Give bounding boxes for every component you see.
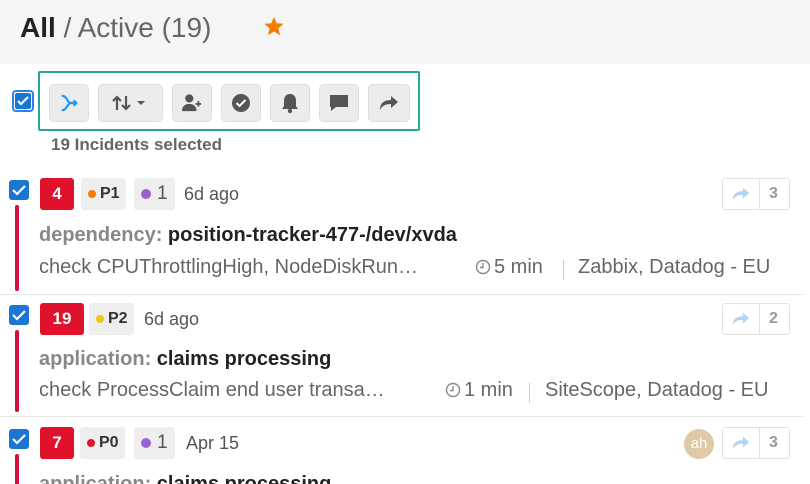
priority-label: P2 xyxy=(108,310,128,327)
forward-button[interactable] xyxy=(723,179,760,209)
star-icon[interactable] xyxy=(263,15,285,37)
divider xyxy=(563,260,564,280)
forward-button[interactable] xyxy=(723,304,760,334)
comment-icon xyxy=(330,95,348,111)
incident-category: application: xyxy=(39,348,152,370)
incident-title[interactable]: application: claims processing xyxy=(39,473,331,484)
forward-button[interactable] xyxy=(368,84,410,122)
incident-sources: SiteScope, Datadog - EU xyxy=(545,379,769,401)
priority-label: P0 xyxy=(99,434,119,451)
incident-sources: Zabbix, Datadog - EU xyxy=(578,256,771,278)
time-ago: 6d ago xyxy=(144,309,200,329)
incident-checks: check CPUThrottlingHigh, NodeDiskRun… xyxy=(39,256,418,279)
incident-name: claims processing xyxy=(156,348,332,370)
clock-icon xyxy=(475,259,491,275)
alerts-dot xyxy=(141,437,151,448)
time-ago: Apr 15 xyxy=(186,433,240,453)
incident-checks: check ProcessClaim end user transa… xyxy=(39,379,385,402)
incident-row[interactable]: 7 P0 1 Apr 15 ah 3 application: claims p… xyxy=(0,412,803,484)
page-header: All / Active (19) xyxy=(0,0,810,64)
duration-value: 1 min xyxy=(464,379,513,401)
duration-value: 5 min xyxy=(494,256,543,278)
severity-bar xyxy=(15,330,19,412)
sort-icon xyxy=(111,95,145,111)
priority-label: P1 xyxy=(100,185,120,202)
title-active: Active (19) xyxy=(77,12,212,43)
forward-count: 2 xyxy=(769,310,778,327)
notify-button[interactable] xyxy=(270,84,310,122)
incident-row[interactable]: 4 P1 1 6d ago 3 dependency: position-tra… xyxy=(0,165,803,293)
priority-dot xyxy=(87,438,95,447)
alerts-badge[interactable]: 1 xyxy=(134,178,175,210)
forward-icon xyxy=(732,312,750,326)
sort-button[interactable] xyxy=(98,84,163,122)
priority-dot xyxy=(88,189,96,198)
forward-count: 3 xyxy=(769,434,778,451)
forward-control[interactable]: 3 xyxy=(722,178,790,210)
select-all-checkbox[interactable] xyxy=(12,90,34,112)
resolve-icon xyxy=(232,94,250,112)
incident-category: application: xyxy=(39,473,152,484)
forward-button[interactable] xyxy=(723,428,760,458)
alerts-count: 1 xyxy=(157,432,168,453)
forward-control[interactable]: 2 xyxy=(722,303,790,335)
priority-badge: P2 xyxy=(89,303,134,335)
incident-row[interactable]: 19 P2 6d ago 2 application: claims proce… xyxy=(0,289,803,415)
selection-count: 19 Incidents selected xyxy=(51,135,223,154)
title-all[interactable]: All xyxy=(20,12,56,43)
notify-icon xyxy=(282,94,298,114)
incident-duration: 5 min xyxy=(475,256,543,279)
incident-title[interactable]: application: claims processing xyxy=(39,348,331,371)
alerts-count: 1 xyxy=(157,183,168,204)
alerts-dot xyxy=(141,188,151,199)
assign-user-button[interactable] xyxy=(172,84,212,122)
forward-control[interactable]: 3 xyxy=(722,427,790,459)
incident-duration: 1 min xyxy=(445,379,513,402)
row-checkbox[interactable] xyxy=(9,429,29,449)
row-checkbox[interactable] xyxy=(9,180,29,200)
avatar[interactable]: ah xyxy=(684,429,714,459)
divider xyxy=(529,383,530,403)
count-badge: 19 xyxy=(40,303,84,335)
priority-badge: P0 xyxy=(80,427,125,459)
title-separator: / xyxy=(63,12,72,43)
page-title: All / Active (19) xyxy=(20,10,211,46)
alerts-badge[interactable]: 1 xyxy=(134,427,175,459)
check-icon xyxy=(12,434,26,445)
forward-icon xyxy=(732,187,750,201)
incident-title[interactable]: dependency: position-tracker-477-/dev/xv… xyxy=(39,224,457,247)
check-text: ProcessClaim end user transa… xyxy=(96,379,385,401)
incident-name: claims processing xyxy=(156,473,332,484)
check-label: check xyxy=(39,379,92,401)
comment-button[interactable] xyxy=(319,84,359,122)
forward-count: 3 xyxy=(769,185,778,202)
time-ago: 6d ago xyxy=(184,184,240,204)
row-checkbox[interactable] xyxy=(9,305,29,325)
merge-button[interactable] xyxy=(49,84,89,122)
check-label: check xyxy=(39,256,92,278)
severity-bar xyxy=(15,454,19,484)
check-icon xyxy=(12,185,26,196)
bulk-actions-toolbar xyxy=(38,71,420,131)
incident-name: position-tracker-477-/dev/xvda xyxy=(167,224,457,246)
assign-user-icon xyxy=(182,94,202,112)
forward-icon xyxy=(380,96,398,110)
count-badge: 4 xyxy=(40,178,74,210)
check-icon xyxy=(17,96,29,106)
check-icon xyxy=(12,310,26,321)
count-badge: 7 xyxy=(40,427,74,459)
priority-dot xyxy=(96,314,104,323)
clock-icon xyxy=(445,382,461,398)
merge-icon xyxy=(61,94,78,112)
severity-bar xyxy=(15,205,19,291)
resolve-button[interactable] xyxy=(221,84,261,122)
priority-badge: P1 xyxy=(81,178,126,210)
incident-category: dependency: xyxy=(39,224,163,246)
check-text: CPUThrottlingHigh, NodeDiskRun… xyxy=(96,256,419,278)
forward-icon xyxy=(732,436,750,450)
